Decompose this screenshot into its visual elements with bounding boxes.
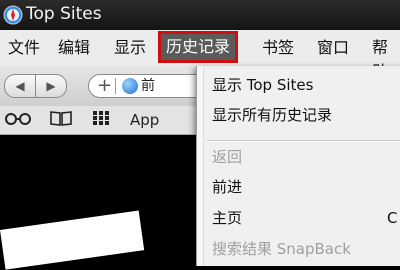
plus-icon[interactable]: + [97,75,112,97]
menu-history[interactable]: 历史记录 [157,31,239,63]
book-icon[interactable] [50,110,72,130]
menu-bar: 文件 编辑 显示 历史记录 书签 窗口 帮助 [0,30,400,81]
divider [115,78,116,94]
menu-bookmarks[interactable]: 书签 [256,36,300,60]
bookmark-item-apple[interactable]: App [130,110,159,130]
menu-item-show-top-sites[interactable]: 显示 Top Sites [212,74,313,96]
window-title: Top Sites [26,4,102,24]
safari-compass-icon [3,5,23,25]
forward-arrow-icon: ▶ [46,79,56,93]
address-text[interactable]: 前 [141,75,155,97]
menu-window[interactable]: 窗口 [311,36,355,60]
menu-item-back: 返回 [212,148,243,166]
back-button[interactable]: ◀ [4,74,36,98]
menu-separator [207,140,400,142]
globe-icon [122,78,138,94]
menu-item-home[interactable]: 主页 [212,207,242,229]
address-bar[interactable]: + 前 [88,74,200,98]
back-arrow-icon: ◀ [15,79,25,93]
grid-icon[interactable] [92,110,110,130]
forward-button[interactable]: ▶ [35,74,67,98]
menu-item-forward[interactable]: 前进 [212,176,242,198]
menu-file[interactable]: 文件 [2,36,46,60]
glasses-icon[interactable] [4,110,32,130]
menu-item-home-shortcut: C [387,209,398,227]
menu-edit[interactable]: 编辑 [52,36,96,60]
menu-view[interactable]: 显示 [108,36,152,60]
menu-item-snapback: 搜索结果 SnapBack [212,240,351,258]
menu-gutter [197,66,204,266]
title-bar: Top Sites [0,0,400,30]
menu-help[interactable]: 帮助 [366,36,400,81]
menu-item-show-all-history[interactable]: 显示所有历史记录 [212,104,332,126]
history-dropdown-menu: 显示 Top Sites 显示所有历史记录 返回 前进 主页 C 搜索结果 Sn… [196,66,400,266]
